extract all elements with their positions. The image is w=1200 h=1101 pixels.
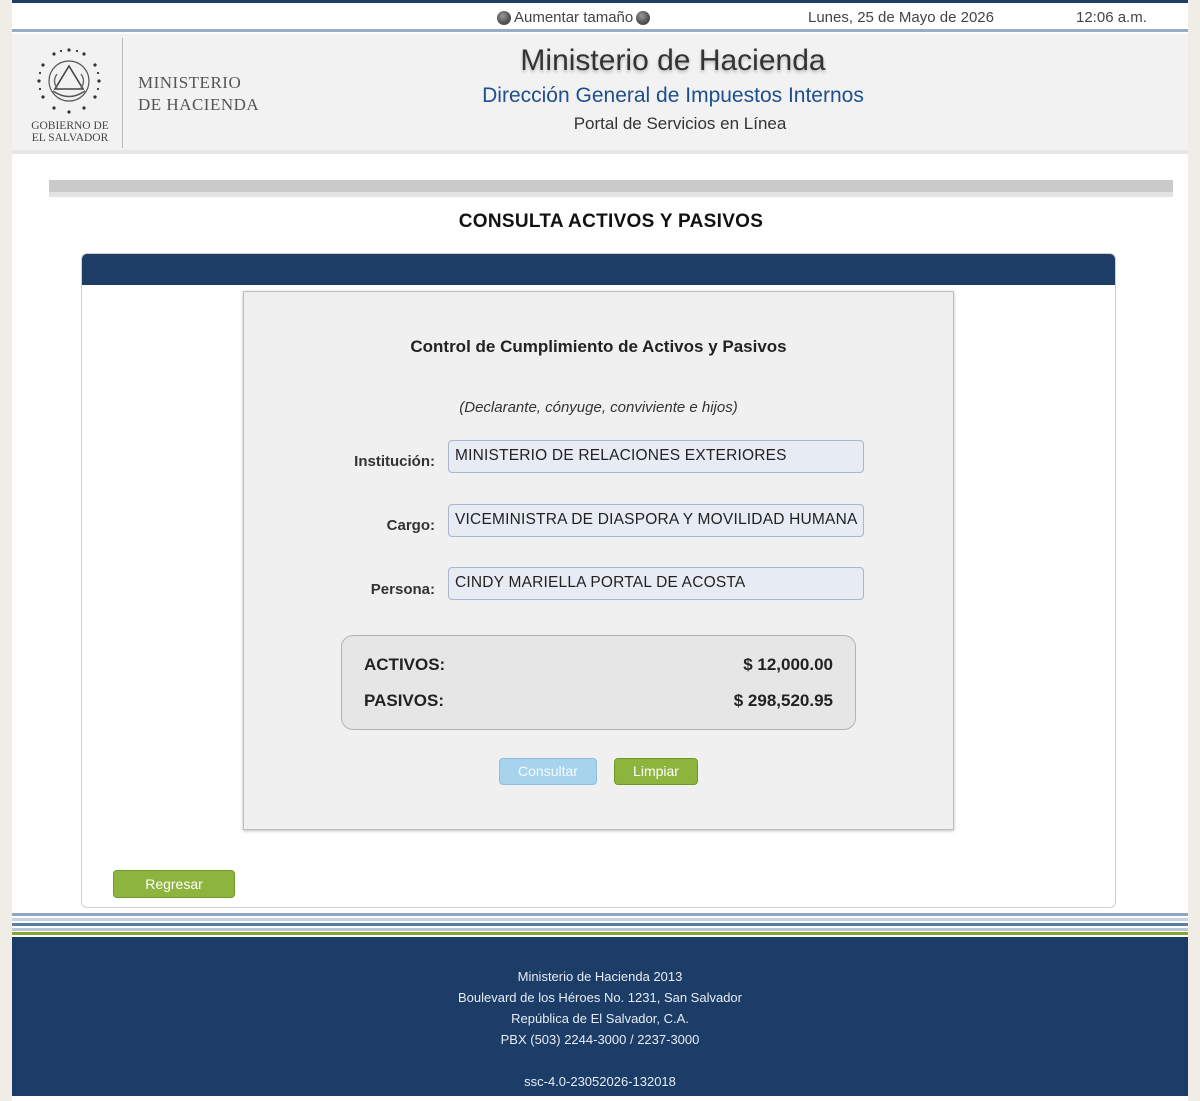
- regresar-button[interactable]: Regresar: [113, 870, 235, 898]
- footer-lines: [12, 913, 1188, 935]
- activos-label: ACTIVOS:: [364, 655, 446, 674]
- consultar-button[interactable]: Consultar: [499, 758, 597, 785]
- site-header: GOBIERNO DE EL SALVADOR MINISTERIO DE HA…: [12, 34, 1188, 154]
- pasivos-label: PASIVOS:: [364, 691, 444, 710]
- form-title: Control de Cumplimiento de Activos y Pas…: [410, 337, 787, 356]
- panel-header-bar: [82, 254, 1115, 285]
- current-date: Lunes, 25 de Mayo de 2026: [808, 9, 994, 26]
- footer-line-2: Boulevard de los Héroes No. 1231, San Sa…: [457, 990, 742, 1005]
- header-portal: Portal de Servicios en Línea: [573, 114, 787, 133]
- top-bar: Aumentar tamaño Lunes, 25 de Mayo de 202…: [12, 0, 1188, 32]
- footer-line-4: PBX (503) 2244-3000 / 2237-3000: [500, 1032, 700, 1047]
- page-title: CONSULTA ACTIVOS Y PASIVOS: [458, 211, 764, 232]
- globe-icon[interactable]: [636, 10, 651, 25]
- totals-summary: ACTIVOS: $ 12,000.00 PASIVOS: $ 298,520.…: [341, 635, 856, 730]
- divider-strip: [49, 180, 1173, 197]
- header-title: Ministerio de Hacienda: [520, 44, 826, 77]
- footer-line-1: Ministerio de Hacienda 2013: [517, 969, 683, 984]
- form-note: (Declarante, cónyuge, conviviente e hijo…: [459, 399, 738, 416]
- query-form: Control de Cumplimiento de Activos y Pas…: [243, 291, 954, 830]
- limpiar-button[interactable]: Limpiar: [614, 758, 698, 785]
- site-footer: Ministerio de Hacienda 2013 Boulevard de…: [12, 937, 1188, 1096]
- institucion-field[interactable]: MINISTERIO DE RELACIONES EXTERIORES: [448, 440, 864, 473]
- globe-icon[interactable]: [497, 10, 511, 25]
- persona-field[interactable]: CINDY MARIELLA PORTAL DE ACOSTA: [448, 567, 864, 600]
- header-subtitle: Dirección General de Impuestos Internos: [482, 84, 864, 107]
- activos-value: $ 12,000.00: [743, 655, 833, 674]
- enlarge-label[interactable]: Aumentar tamaño: [514, 9, 633, 26]
- current-time: 12:06 a.m.: [1076, 9, 1147, 26]
- persona-label: Persona:: [370, 581, 435, 598]
- page: Aumentar tamaño Lunes, 25 de Mayo de 202…: [12, 0, 1188, 1101]
- footer-version: ssc-4.0-23052026-132018: [524, 1074, 676, 1089]
- cargo-field[interactable]: VICEMINISTRA DE DIASPORA Y MOVILIDAD HUM…: [448, 504, 864, 537]
- cargo-label: Cargo:: [386, 517, 435, 534]
- pasivos-value: $ 298,520.95: [733, 691, 833, 710]
- enlarge-text-control[interactable]: Aumentar tamaño: [497, 9, 651, 26]
- main-panel: Control de Cumplimiento de Activos y Pas…: [81, 253, 1116, 908]
- institucion-label: Institución:: [354, 453, 435, 470]
- footer-line-3: República de El Salvador, C.A.: [511, 1011, 689, 1026]
